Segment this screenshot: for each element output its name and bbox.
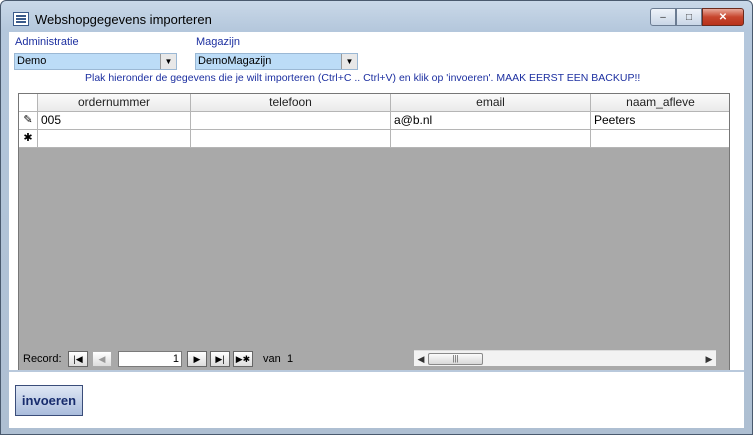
- form-icon: [13, 12, 29, 26]
- scroll-right-icon[interactable]: ▶: [702, 352, 716, 366]
- minimize-icon: –: [660, 11, 666, 23]
- current-record-input[interactable]: 1: [118, 351, 182, 367]
- next-record-button[interactable]: ▶: [187, 351, 207, 367]
- table-row-new: ✱: [19, 130, 729, 148]
- record-label: Record:: [23, 353, 62, 365]
- first-record-button[interactable]: |◀: [68, 351, 88, 367]
- column-header-telefoon[interactable]: telefoon: [191, 94, 391, 112]
- horizontal-scrollbar[interactable]: ◀ ||| ▶: [414, 350, 716, 366]
- maximize-button[interactable]: □: [676, 8, 702, 26]
- record-total: 1: [287, 353, 294, 365]
- pencil-icon[interactable]: ✎: [19, 112, 38, 130]
- minimize-button[interactable]: –: [650, 8, 676, 26]
- last-record-button[interactable]: ▶|: [210, 351, 230, 367]
- cell-telefoon[interactable]: [191, 112, 391, 130]
- magazijn-label: Magazijn: [196, 36, 241, 48]
- cell-naam-afleve[interactable]: [591, 130, 729, 148]
- chevron-down-icon: ▼: [164, 57, 173, 66]
- new-record-button[interactable]: ▶✱: [233, 351, 253, 367]
- cell-email[interactable]: [391, 130, 591, 148]
- close-button[interactable]: ✕: [702, 8, 744, 26]
- administratie-value: Demo: [17, 55, 47, 67]
- new-record-icon[interactable]: ✱: [19, 130, 38, 148]
- close-icon: ✕: [718, 11, 728, 23]
- new-record-nav-icon: ▶✱: [235, 353, 251, 364]
- column-header-row: ordernummer telefoon email naam_afleve: [19, 94, 729, 112]
- column-header-ordernummer[interactable]: ordernummer: [38, 94, 191, 112]
- column-header-naam-afleve[interactable]: naam_afleve: [591, 94, 729, 112]
- magazijn-dropdown-button[interactable]: ▼: [341, 54, 357, 69]
- column-header-email[interactable]: email: [391, 94, 591, 112]
- previous-record-button[interactable]: ◀: [92, 351, 112, 367]
- instruction-text: Plak hieronder de gegevens die je wilt i…: [85, 72, 641, 84]
- magazijn-combo[interactable]: DemoMagazijn ▼: [195, 53, 358, 70]
- window-frame: Webshopgegevens importeren – □ ✕ Adminis…: [0, 0, 753, 435]
- scroll-left-icon[interactable]: ◀: [414, 352, 428, 366]
- cell-ordernummer[interactable]: [38, 130, 191, 148]
- administratie-combo[interactable]: Demo ▼: [14, 53, 177, 70]
- first-record-icon: |◀: [73, 353, 83, 364]
- cell-telefoon[interactable]: [191, 130, 391, 148]
- administratie-label: Administratie: [15, 36, 79, 48]
- cell-email[interactable]: a@b.nl: [391, 112, 591, 130]
- previous-record-icon: ◀: [98, 353, 106, 364]
- magazijn-value: DemoMagazijn: [198, 55, 272, 67]
- last-record-icon: ▶|: [215, 353, 225, 364]
- title-bar[interactable]: Webshopgegevens importeren – □ ✕: [1, 1, 752, 33]
- chevron-down-icon: ▼: [345, 57, 354, 66]
- next-record-icon: ▶: [193, 353, 201, 364]
- scroll-thumb[interactable]: |||: [428, 353, 483, 365]
- form-body: Administratie Demo ▼ Magazijn DemoMagazi…: [9, 32, 744, 428]
- maximize-icon: □: [685, 11, 693, 23]
- corner-selector[interactable]: [19, 94, 38, 112]
- administratie-dropdown-button[interactable]: ▼: [160, 54, 176, 69]
- window-title: Webshopgegevens importeren: [35, 12, 212, 27]
- record-of-label: van: [263, 353, 281, 365]
- table-row: ✎ 005 a@b.nl Peeters: [19, 112, 729, 130]
- invoeren-button[interactable]: invoeren: [15, 385, 83, 416]
- datasheet[interactable]: ordernummer telefoon email naam_afleve ✎…: [18, 93, 730, 371]
- cell-ordernummer[interactable]: 005: [38, 112, 191, 130]
- window-controls: – □ ✕: [650, 8, 744, 26]
- cell-naam-afleve[interactable]: Peeters: [591, 112, 729, 130]
- section-divider: [9, 370, 744, 372]
